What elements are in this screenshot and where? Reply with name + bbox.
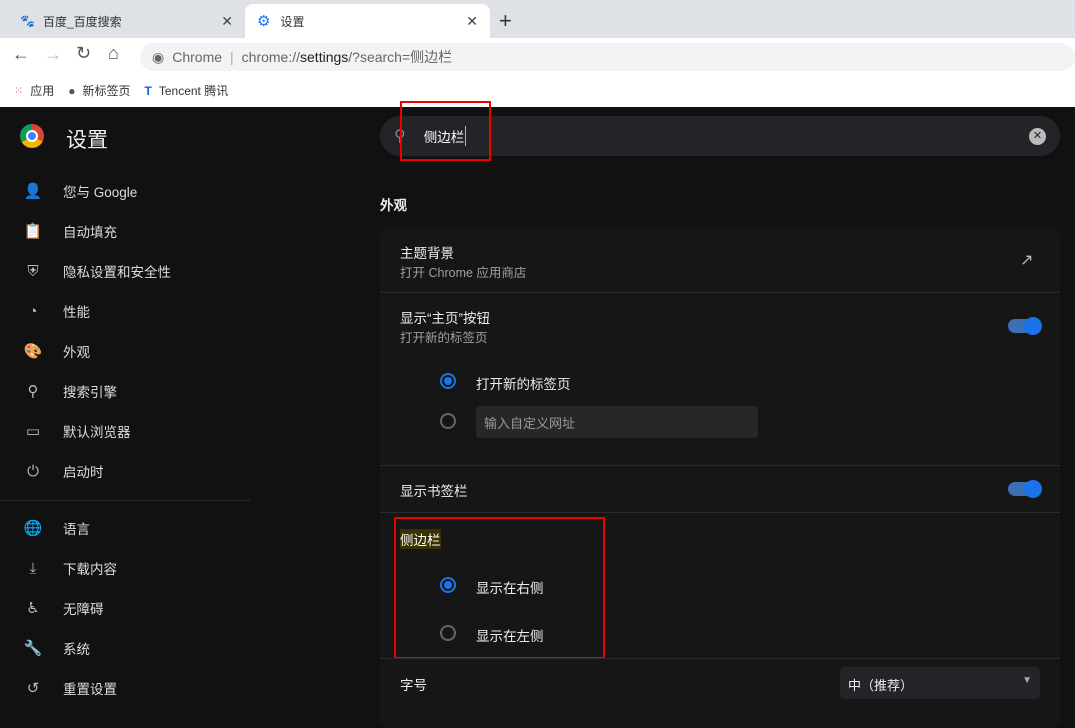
sidebar-item-label: 性能 (63, 305, 90, 320)
bookmark-label: Tencent 腾讯 (158, 84, 229, 98)
person-icon: 👤 (23, 183, 43, 200)
sidebar-item[interactable]: ⛨ 隐私设置和安全性 (0, 251, 250, 291)
sidebar-item-label: 语言 (63, 522, 90, 537)
section-title: 外观 (380, 198, 407, 213)
globe-icon: ● (68, 83, 76, 98)
page-title: 设置 (66, 129, 108, 152)
radio-custom-url[interactable] (440, 413, 456, 429)
download-icon: ⤓ (29, 559, 37, 577)
globe-icon: 🌐 (23, 520, 43, 537)
tab-strip: 🐾 百度_百度搜索 ✕ ⚙ 设置 ✕ + (0, 0, 1075, 38)
bookmarks-bar-toggle[interactable] (1008, 480, 1042, 498)
sidebar-item-label: 无障碍 (63, 602, 104, 617)
apps-grid-icon: ⁙ (14, 85, 24, 97)
tab-settings[interactable]: ⚙ 设置 ✕ (245, 4, 490, 38)
theme-title: 主题背景 (400, 246, 454, 261)
baidu-paw-icon: 🐾 (20, 14, 35, 28)
sidebar-item[interactable]: ▭ 默认浏览器 (0, 411, 250, 451)
sidebar-item-label: 您与 Google (63, 185, 138, 200)
tencent-icon: T (144, 83, 152, 98)
accessibility-icon: ♿ (26, 600, 40, 617)
gear-icon: ⚙ (257, 13, 271, 30)
url-rest: /?search=侧边栏 (348, 49, 453, 65)
sidebar-item-label: 自动填充 (63, 225, 117, 240)
home-icon[interactable]: ⌂ (108, 43, 119, 64)
home-button-toggle[interactable] (1008, 317, 1042, 335)
site-chip: Chrome (172, 49, 223, 65)
sidebar-item-label: 系统 (63, 642, 90, 657)
sidebar-item[interactable]: 📋 自动填充 (0, 211, 250, 251)
sidebar-item-label: 默认浏览器 (63, 425, 131, 440)
radio-label: 打开新的标签页 (476, 377, 571, 392)
row-divider (380, 658, 1060, 659)
reload-icon[interactable]: ↻ (76, 43, 91, 64)
sidebar-item-label: 启动时 (63, 465, 104, 480)
sidebar-item[interactable]: ⤓ 下载内容 (0, 548, 250, 588)
row-divider (380, 465, 1060, 466)
bookmark-new-tab[interactable]: ● 新标签页 (68, 82, 130, 99)
sidebar-item[interactable]: 👤 您与 Google (0, 171, 250, 211)
external-link-icon[interactable]: ↗ (1020, 250, 1033, 270)
theme-subtitle: 打开 Chrome 应用商店 (400, 266, 527, 280)
tab-baidu[interactable]: 🐾 百度_百度搜索 ✕ (8, 4, 245, 38)
sidebar-item-label: 搜索引擎 (63, 385, 117, 400)
forward-icon[interactable]: → (44, 44, 62, 65)
highlight-box-side-panel (394, 517, 605, 659)
bookmarks-bar-title: 显示书签栏 (400, 484, 468, 499)
sidebar-item[interactable]: 🔧 系统 (0, 628, 250, 668)
bookmarks-bar: ⁙ 应用 ● 新标签页 T Tencent 腾讯 (0, 74, 1075, 107)
palette-icon: 🎨 (23, 343, 43, 360)
sidebar-item-label: 下载内容 (63, 562, 117, 577)
clipboard-icon: 📋 (23, 223, 43, 240)
chrome-logo (20, 124, 44, 148)
bookmark-apps[interactable]: ⁙ 应用 (14, 82, 54, 99)
home-button-title: 显示“主页”按钮 (400, 311, 490, 326)
sidebar-item[interactable]: 🎨 外观 (0, 331, 250, 371)
dropdown-arrow-icon: ▼ (1022, 675, 1032, 686)
sidebar-item[interactable]: ◔ 性能 (0, 291, 250, 331)
sidebar-item-label: 隐私设置和安全性 (63, 265, 171, 280)
nav-divider (0, 500, 250, 501)
sidebar-item[interactable]: ♿ 无障碍 (0, 588, 250, 628)
url-host: settings (300, 49, 349, 65)
shield-icon: ⛨ (27, 262, 39, 280)
chrome-icon: ◉ (152, 48, 165, 65)
wrench-icon: 🔧 (23, 640, 43, 657)
address-bar[interactable]: ◉ Chrome | chrome://settings/?search=侧边栏 (140, 43, 1075, 71)
sidebar-item[interactable]: ⚲ 搜索引擎 (0, 371, 250, 411)
new-tab-button[interactable]: + (499, 8, 512, 34)
tab-title: 百度_百度搜索 (42, 14, 122, 29)
back-icon[interactable]: ← (12, 44, 30, 65)
font-size-value: 中（推荐） (848, 678, 914, 693)
bookmark-label: 新标签页 (82, 84, 131, 98)
bookmark-tencent[interactable]: T Tencent 腾讯 (145, 82, 229, 99)
tab-title: 设置 (280, 14, 305, 29)
font-size-title: 字号 (400, 678, 427, 693)
sidebar-item[interactable]: ↺ 重置设置 (0, 668, 250, 708)
row-divider (380, 512, 1060, 513)
highlight-box-search (400, 101, 491, 161)
sidebar-item[interactable]: 🌐 语言 (0, 508, 250, 548)
row-divider (380, 292, 1060, 293)
power-icon: ⏻ (27, 462, 39, 480)
sidebar-item[interactable]: ⏻ 启动时 (0, 451, 250, 491)
close-tab-icon[interactable]: ✕ (466, 13, 478, 30)
sidebar-item-label: 重置设置 (63, 682, 117, 697)
history-icon: ↺ (26, 680, 40, 697)
search-icon: ⚲ (27, 383, 39, 400)
speedometer-icon: ◔ (28, 302, 38, 320)
radio-new-tab[interactable] (440, 373, 456, 389)
browser-icon: ▭ (25, 423, 41, 440)
custom-url-input[interactable]: 输入自定义网址 (476, 406, 758, 438)
separator: | (230, 49, 234, 65)
sidebar-item-label: 外观 (63, 345, 90, 360)
clear-search-icon[interactable]: ✕ (1029, 127, 1046, 145)
url-prefix: chrome:// (241, 49, 301, 65)
home-button-subtitle: 打开新的标签页 (400, 331, 488, 345)
bookmark-label: 应用 (30, 84, 55, 98)
close-tab-icon[interactable]: ✕ (221, 13, 233, 30)
font-size-select[interactable]: 中（推荐） ▼ (840, 667, 1040, 699)
